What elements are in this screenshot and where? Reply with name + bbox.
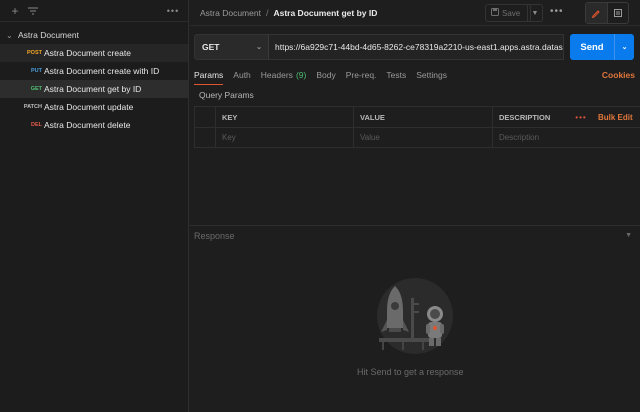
more-horizontal-icon[interactable]: ••• xyxy=(550,6,564,17)
response-empty-text: Hit Send to get a response xyxy=(357,367,464,377)
request-url-bar: GET ⌄ https://6a929c71-44bd-4d65-8262-ce… xyxy=(194,34,635,60)
tab-body[interactable]: Body xyxy=(316,66,335,84)
checkbox-column-header xyxy=(194,107,216,127)
tab-label: Body xyxy=(316,70,336,80)
response-label: Response xyxy=(194,230,235,241)
save-icon xyxy=(491,8,499,18)
tab-params[interactable]: Params xyxy=(194,66,224,85)
method-badge: DEL xyxy=(31,122,42,128)
tab-label: Pre-req. xyxy=(345,70,377,80)
table-row: Key Value Description xyxy=(194,127,640,148)
send-label: Send xyxy=(580,41,604,53)
more-horizontal-icon[interactable]: ••• xyxy=(164,6,182,16)
document-icon[interactable] xyxy=(606,3,629,23)
request-item-update[interactable]: PATCH Astra Document update xyxy=(0,98,188,116)
tab-pre-request[interactable]: Pre-req. xyxy=(346,66,377,84)
response-pane-header[interactable]: Response ▼ xyxy=(190,225,640,245)
filter-icon[interactable] xyxy=(24,4,42,18)
chevron-down-icon[interactable]: ⌄ xyxy=(614,34,634,60)
method-badge: GET xyxy=(30,86,42,92)
send-button[interactable]: Send ⌄ xyxy=(570,34,634,60)
save-button[interactable]: Save xyxy=(485,4,531,22)
request-name: Astra Document create with ID xyxy=(44,66,160,76)
column-header-key: KEY xyxy=(216,107,354,127)
rocket-astronaut-illustration xyxy=(377,278,453,354)
column-header-value: VALUE xyxy=(354,107,493,127)
request-tabs: Params Auth Headers (9) Body Pre-req. Te… xyxy=(194,66,635,85)
cookies-link[interactable]: Cookies xyxy=(602,70,635,80)
request-name: Astra Document delete xyxy=(44,120,131,130)
method-badge: POST xyxy=(27,50,42,56)
request-item-create-with-id[interactable]: PUT Astra Document create with ID xyxy=(0,62,188,80)
chevron-down-icon[interactable]: ▼ xyxy=(625,232,632,239)
param-value-input[interactable]: Value xyxy=(354,128,493,147)
request-item-create[interactable]: POST Astra Document create xyxy=(0,44,188,62)
param-description-input[interactable]: Description xyxy=(493,128,640,147)
table-header-row: KEY VALUE DESCRIPTION ••• Bulk Edit xyxy=(194,106,640,127)
tab-tests[interactable]: Tests xyxy=(386,66,406,84)
row-checkbox[interactable] xyxy=(194,128,216,147)
page-title[interactable]: Astra Document get by ID xyxy=(273,8,377,18)
request-name: Astra Document get by ID xyxy=(44,84,142,94)
tab-auth[interactable]: Auth xyxy=(233,66,251,84)
tab-label: Auth xyxy=(233,70,251,80)
tab-headers[interactable]: Headers (9) xyxy=(261,66,307,84)
method-select-value: GET xyxy=(202,42,220,52)
breadcrumb-separator: / xyxy=(265,7,269,18)
tab-label: Settings xyxy=(416,70,447,80)
collection-name: Astra Document xyxy=(18,30,79,40)
tab-label: Params xyxy=(194,70,224,80)
more-horizontal-icon[interactable]: ••• xyxy=(570,107,592,127)
request-item-get-by-id[interactable]: GET Astra Document get by ID xyxy=(0,80,188,98)
breadcrumb-parent[interactable]: Astra Document xyxy=(200,8,261,18)
breadcrumb: Astra Document / Astra Document get by I… xyxy=(190,0,640,26)
query-params-table: KEY VALUE DESCRIPTION ••• Bulk Edit Key … xyxy=(194,106,640,148)
request-name: Astra Document update xyxy=(44,102,134,112)
method-select[interactable]: GET ⌄ xyxy=(194,34,268,60)
chevron-down-icon[interactable]: ⌄ xyxy=(6,31,18,40)
collection-astra-document[interactable]: ⌄ Astra Document xyxy=(0,26,188,44)
query-params-title: Query Params xyxy=(199,90,254,100)
chevron-down-icon: ⌄ xyxy=(256,44,262,51)
tab-label: Tests xyxy=(386,70,407,80)
request-editor: Astra Document / Astra Document get by I… xyxy=(190,0,640,412)
save-label: Save xyxy=(502,8,521,18)
method-badge: PATCH xyxy=(23,104,42,110)
tab-label: Headers xyxy=(260,70,293,80)
request-item-delete[interactable]: DEL Astra Document delete xyxy=(0,116,188,134)
sidebar: + ••• ⌄ Astra Document POST Astra Docume… xyxy=(0,0,189,412)
column-header-description: DESCRIPTION xyxy=(499,112,551,122)
bulk-edit-button[interactable]: Bulk Edit xyxy=(592,107,640,127)
plus-icon[interactable]: + xyxy=(6,4,24,18)
save-dropdown-button[interactable]: ▼ xyxy=(527,4,543,22)
url-input[interactable]: https://6a929c71-44bd-4d65-8262-ce78319a… xyxy=(268,34,564,60)
pencil-icon[interactable] xyxy=(586,3,607,23)
tab-settings[interactable]: Settings xyxy=(416,66,447,84)
method-badge: PUT xyxy=(31,68,42,74)
headers-count-badge: (9) xyxy=(295,70,307,80)
sidebar-toolbar: + ••• xyxy=(0,0,188,22)
sidebar-search[interactable] xyxy=(42,4,164,18)
param-key-input[interactable]: Key xyxy=(216,128,354,147)
view-toggle xyxy=(585,2,629,24)
chevron-down-icon: ▼ xyxy=(531,9,539,17)
request-name: Astra Document create xyxy=(44,48,131,58)
